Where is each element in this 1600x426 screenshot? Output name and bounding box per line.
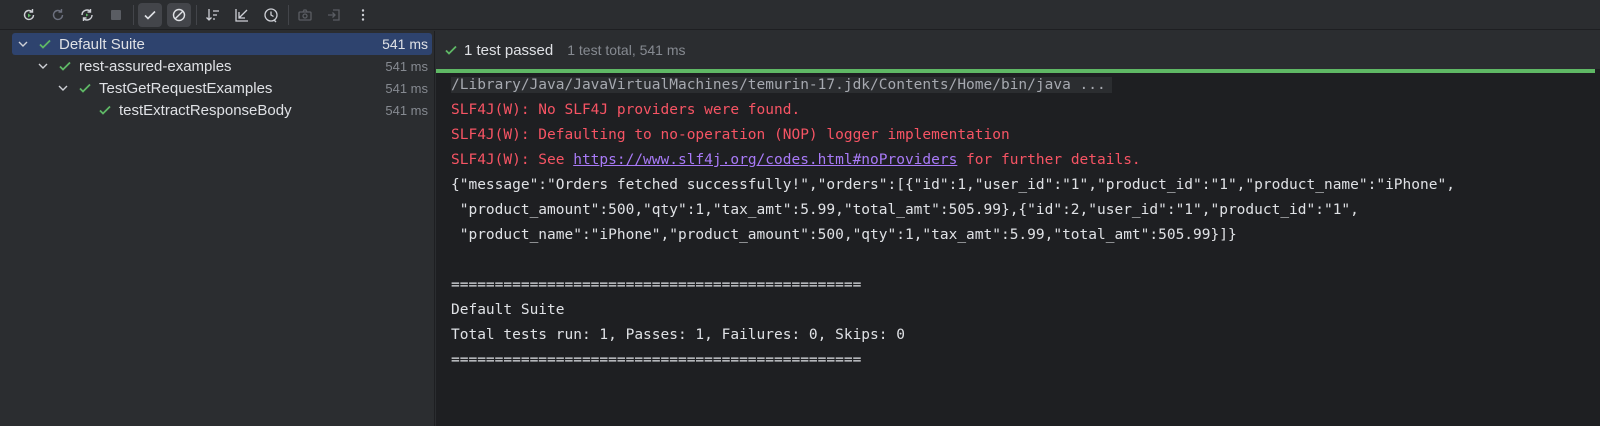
passed-check-icon <box>59 61 71 71</box>
rerun-failed-button[interactable] <box>46 3 70 27</box>
console-suite-line: Default Suite <box>451 302 565 318</box>
console-warning-line: SLF4J(W): No SLF4J providers were found. <box>451 102 801 118</box>
passed-check-icon <box>99 105 111 115</box>
console-output-line: {"message":"Orders fetched successfully!… <box>451 177 1455 193</box>
chevron-down-icon[interactable] <box>56 81 70 95</box>
screenshot-button[interactable] <box>293 3 317 27</box>
collapse-icon <box>235 8 248 22</box>
console-summary-line: Total tests run: 1, Passes: 1, Failures:… <box>451 327 905 343</box>
rerun-failed-icon <box>52 8 64 20</box>
tree-item-default-suite[interactable]: Default Suite 541 ms <box>12 33 432 55</box>
console-warning-line: SLF4J(W): See https://www.slf4j.org/code… <box>451 152 1141 168</box>
toolbar-divider <box>196 4 197 25</box>
chevron-down-icon[interactable] <box>36 59 50 73</box>
more-options-button[interactable] <box>351 3 375 27</box>
tree-item-duration: 541 ms <box>385 58 428 74</box>
sort-alphabetically-icon <box>206 8 219 21</box>
tests-passed-label: 1 test passed <box>464 41 554 59</box>
ignored-icon <box>172 8 186 21</box>
collapse-all-button[interactable] <box>230 3 254 27</box>
rerun-button[interactable] <box>17 3 41 27</box>
test-status-bar: 1 test passed 1 test total, 541 ms <box>436 31 1600 69</box>
console-separator-line: ========================================… <box>451 352 862 368</box>
toolbar-divider <box>288 4 289 25</box>
tree-item-label: testExtractResponseBody <box>119 101 292 119</box>
check-icon <box>144 10 156 20</box>
show-ignored-button[interactable] <box>167 2 191 27</box>
camera-icon <box>298 8 312 21</box>
tree-item-rest-assured-examples[interactable]: rest-assured-examples 541 ms <box>12 55 432 77</box>
console-output-line: "product_name":"iPhone","product_amount"… <box>451 227 1237 243</box>
import-icon <box>328 8 340 21</box>
slf4j-link[interactable]: https://www.slf4j.org/codes.html#noProvi… <box>573 152 957 168</box>
import-tests-button[interactable] <box>322 3 346 27</box>
tree-item-test-get-request-examples[interactable]: TestGetRequestExamples 541 ms <box>12 77 432 99</box>
tree-item-label: rest-assured-examples <box>79 57 232 75</box>
console-command-line[interactable]: /Library/Java/JavaVirtualMachines/temuri… <box>451 73 1600 98</box>
tree-item-label: TestGetRequestExamples <box>99 79 273 97</box>
console-warning-line: SLF4J(W): Defaulting to no-operation (NO… <box>451 127 1010 143</box>
toolbar-divider <box>133 4 134 25</box>
console-panel: 1 test passed 1 test total, 541 ms /Libr… <box>436 31 1600 426</box>
tree-item-label: Default Suite <box>59 35 145 53</box>
rerun-icon <box>23 8 35 20</box>
more-vertical-icon <box>361 8 365 21</box>
tree-item-duration: 541 ms <box>385 102 428 118</box>
test-runner-toolbar <box>0 0 1600 30</box>
test-tree-panel: Default Suite 541 ms rest-assured-exampl… <box>0 31 435 426</box>
toggle-auto-test-icon <box>81 8 93 21</box>
passed-check-icon <box>445 45 457 55</box>
sort-alphabetically-button[interactable] <box>201 3 225 27</box>
tree-item-test-extract-response-body[interactable]: testExtractResponseBody 541 ms <box>12 99 432 121</box>
stop-icon <box>111 9 121 20</box>
stop-button[interactable] <box>104 3 128 27</box>
console-output-line: "product_amount":500,"qty":1,"tax_amt":5… <box>451 202 1359 218</box>
console-separator-line: ========================================… <box>451 277 862 293</box>
chevron-down-icon[interactable] <box>16 37 30 51</box>
test-history-button[interactable] <box>259 3 283 27</box>
tests-total-label: 1 test total, 541 ms <box>567 42 686 58</box>
tree-item-duration: 541 ms <box>385 80 428 96</box>
passed-check-icon <box>79 83 91 93</box>
passed-check-icon <box>39 39 51 49</box>
toggle-auto-test-button[interactable] <box>75 3 99 27</box>
console-output[interactable]: /Library/Java/JavaVirtualMachines/temuri… <box>451 73 1600 426</box>
show-passed-button[interactable] <box>138 2 162 27</box>
clock-icon <box>264 7 278 22</box>
tree-item-duration: 541 ms <box>382 36 428 52</box>
